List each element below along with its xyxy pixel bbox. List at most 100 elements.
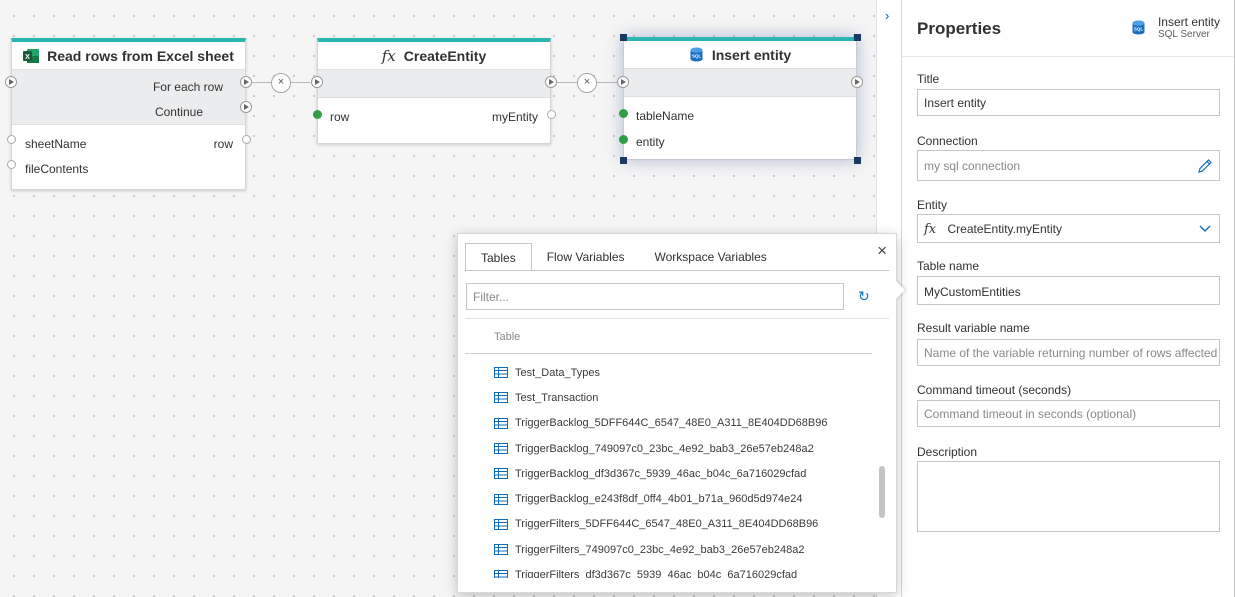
table-name: TriggerFilters_df3d367c_5939_46ac_b04c_6…: [515, 569, 798, 578]
selection-handle[interactable]: [854, 157, 861, 164]
table-name: TriggerBacklog_e243f8df_0ff4_4b01_b71a_9…: [515, 493, 803, 506]
badge-subtitle: SQL Server: [1157, 29, 1210, 40]
table-row[interactable]: TriggerBacklog_749097c0_23bc_4e92_bab3_2…: [494, 436, 874, 461]
refresh-icon[interactable]: ↻: [858, 288, 870, 305]
sql-server-icon: SQL: [1132, 20, 1145, 35]
connection-label: Connection: [917, 134, 978, 148]
insert-flow-out-port[interactable]: [851, 76, 863, 88]
table-row[interactable]: TriggerBacklog_5DFF644C_6547_48E0_A311_8…: [494, 411, 874, 436]
selection-handle[interactable]: [854, 34, 861, 41]
function-icon: fx: [924, 222, 937, 237]
command-timeout-label: Command timeout (seconds): [917, 383, 1072, 397]
table-row[interactable]: TriggerFilters_5DFF644C_6547_48E0_A311_8…: [494, 512, 874, 537]
insert-table-name-port[interactable]: [619, 109, 628, 118]
table-icon: [494, 443, 508, 455]
table-name: TriggerFilters_5DFF644C_6547_48E0_A311_8…: [515, 518, 819, 531]
entity-label: Entity: [917, 198, 948, 212]
insert-flow-in-port[interactable]: [617, 76, 629, 88]
table-name: Test_Data_Types: [515, 366, 600, 379]
entity-value: CreateEntity.myEntity: [947, 222, 1062, 236]
excel-sheet-name-port[interactable]: [7, 135, 16, 144]
tab-tables[interactable]: Tables: [465, 243, 532, 271]
table-row[interactable]: Test_Transaction: [494, 385, 874, 410]
table-row[interactable]: TriggerBacklog_e243f8df_0ff4_4b01_b71a_9…: [494, 486, 874, 511]
svg-text:SQL: SQL: [692, 54, 702, 59]
action-badge: Insert entity SQL Server: [1158, 15, 1220, 40]
scrollbar-thumb[interactable]: [879, 466, 885, 518]
table-icon: [494, 417, 508, 429]
delete-link-button[interactable]: ×: [271, 73, 291, 93]
selection-handle[interactable]: [620, 157, 627, 164]
excel-for-each-port[interactable]: [240, 76, 252, 88]
node-insert-entity[interactable]: SQL Insert entity tableName entity: [623, 37, 857, 160]
param-file-contents: fileContents: [25, 162, 89, 176]
table-row[interactable]: TriggerFilters_df3d367c_5939_46ac_b04c_6…: [494, 562, 874, 578]
flow-band: [318, 70, 550, 98]
excel-flow-in-port[interactable]: [5, 76, 17, 88]
table-picker-popup: Tables Flow Variables Workspace Variable…: [457, 233, 897, 593]
tabs-underline: [465, 270, 889, 271]
table-row[interactable]: TriggerBacklog_df3d367c_5939_46ac_b04c_6…: [494, 461, 874, 486]
param-row: row: [330, 110, 350, 124]
connection-field[interactable]: my sql connection: [917, 150, 1220, 181]
divider: [465, 353, 872, 354]
excel-icon: X: [23, 48, 40, 63]
create-flow-in-port[interactable]: [311, 76, 323, 88]
port-label-for-each: For each row: [152, 80, 223, 94]
table-icon: [494, 392, 508, 404]
node-create-entity[interactable]: fx CreateEntity row myEntity: [317, 38, 551, 144]
table-name-input[interactable]: MyCustomEntities: [917, 276, 1220, 305]
param-table-name: tableName: [636, 109, 695, 123]
filter-input[interactable]: Filter...: [466, 283, 844, 310]
flow-band: [624, 69, 856, 97]
edit-pencil-icon[interactable]: [1197, 158, 1213, 174]
create-my-entity-port[interactable]: [547, 110, 556, 119]
properties-header: Properties SQL Insert entity SQL Server: [902, 0, 1234, 57]
function-icon: fx: [381, 46, 396, 65]
table-icon: [494, 544, 508, 556]
excel-row-port[interactable]: [242, 135, 251, 144]
excel-continue-port[interactable]: [240, 101, 252, 113]
selection-handle[interactable]: [620, 34, 627, 41]
node-read-excel[interactable]: X Read rows from Excel sheet For each ro…: [11, 38, 246, 190]
excel-file-contents-port[interactable]: [7, 160, 16, 169]
result-variable-input[interactable]: Name of the variable returning number of…: [917, 339, 1220, 366]
tab-workspace-variables[interactable]: Workspace Variables: [640, 243, 782, 271]
collapse-panel-icon[interactable]: ›: [885, 8, 889, 23]
properties-panel: Properties SQL Insert entity SQL Server …: [901, 0, 1235, 597]
node-title: SQL Insert entity: [624, 41, 856, 69]
node-title: fx CreateEntity: [318, 42, 550, 70]
scrollbar[interactable]: [879, 466, 887, 521]
panel-title: Properties: [917, 19, 1002, 38]
command-timeout-input[interactable]: Command timeout in seconds (optional): [917, 400, 1220, 427]
result-variable-label: Result variable name: [917, 321, 1030, 335]
port-label-continue: Continue: [154, 105, 203, 119]
param-sheet-name: sheetName: [25, 137, 87, 151]
close-icon[interactable]: ×: [877, 241, 887, 261]
create-row-port[interactable]: [313, 110, 322, 119]
divider: [465, 318, 889, 319]
table-icon: [494, 493, 508, 505]
table-name: TriggerBacklog_749097c0_23bc_4e92_bab3_2…: [515, 442, 814, 455]
table-icon: [494, 468, 508, 480]
delete-link-button[interactable]: ×: [577, 73, 597, 93]
chevron-down-icon: [1199, 225, 1211, 232]
param-entity: entity: [636, 135, 665, 149]
create-flow-out-port[interactable]: [545, 76, 557, 88]
connection-placeholder: my sql connection: [924, 159, 1021, 173]
sql-server-icon: SQL: [690, 47, 703, 62]
insert-entity-port[interactable]: [619, 135, 628, 144]
node-title-text: CreateEntity: [403, 47, 487, 64]
svg-text:SQL: SQL: [1134, 27, 1144, 32]
title-input[interactable]: Insert entity: [917, 89, 1220, 116]
svg-text:X: X: [25, 54, 30, 61]
table-row[interactable]: TriggerFilters_749097c0_23bc_4e92_bab3_2…: [494, 537, 874, 562]
flow-outputs: For each row Continue: [12, 70, 245, 125]
table-list[interactable]: Test_Data_Types Test_Transaction TriggerBa…: [494, 360, 874, 578]
table-name: Test_Transaction: [515, 391, 599, 404]
table-icon: [494, 367, 508, 379]
description-textarea[interactable]: [917, 461, 1220, 532]
table-row[interactable]: Test_Data_Types: [494, 360, 874, 385]
entity-select[interactable]: fx CreateEntity.myEntity: [917, 214, 1220, 243]
tab-flow-variables[interactable]: Flow Variables: [532, 243, 640, 271]
